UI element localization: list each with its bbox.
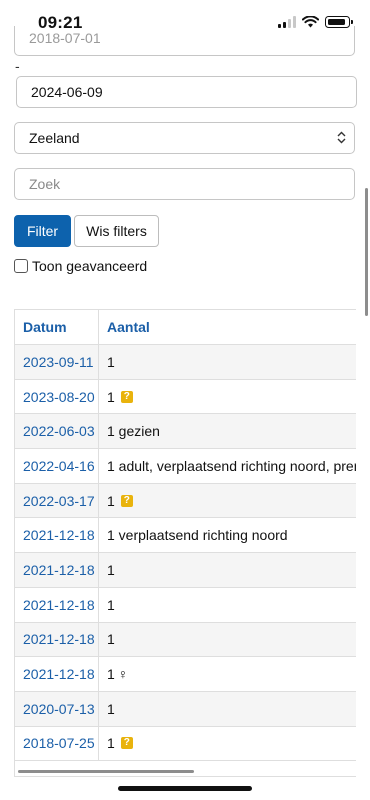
female-icon: ♀ [117, 666, 129, 683]
to-date-value: 2024-06-09 [31, 84, 103, 100]
table-row: 2021-12-18 1 ♀ [15, 657, 356, 692]
table-row: 2023-08-20 1? [15, 379, 356, 415]
row-count-text: 1 [107, 492, 115, 509]
row-count-text: 1 verplaatsend richting noord [107, 527, 288, 544]
home-indicator[interactable] [118, 786, 252, 791]
row-count-cell: 1 [99, 345, 356, 379]
row-date-link[interactable]: 2023-08-20 [15, 379, 99, 414]
row-count-text: 1 adult, verplaatsend richting noord, pr… [107, 457, 356, 474]
table-body: 2023-09-11 1 2023-08-20 1? 2022-06-03 1 gezie… [15, 345, 356, 762]
row-count-cell: 1 [99, 692, 356, 726]
search-placeholder: Zoek [29, 176, 61, 192]
table-row: 2018-07-25 1? [15, 726, 356, 762]
table-row: 2023-09-11 1 [15, 345, 356, 380]
row-date-link[interactable]: 2021-12-18 [15, 553, 99, 587]
region-select-value: Zeeland [29, 130, 80, 146]
clear-filters-button[interactable]: Wis filters [74, 215, 159, 247]
advanced-checkbox[interactable] [14, 259, 28, 273]
row-date-link[interactable]: 2020-07-13 [15, 691, 99, 726]
row-count-cell: 1 [99, 623, 356, 657]
from-date-value: 2018-07-01 [29, 30, 101, 46]
uncertain-badge-icon: ? [120, 494, 133, 507]
advanced-toggle[interactable]: Toon geavanceerd [14, 258, 147, 274]
table-row: 2022-03-17 1? [15, 483, 356, 519]
row-count-text: 1 [107, 631, 115, 648]
column-header-date[interactable]: Datum [15, 310, 99, 344]
row-count-cell: 1 gezien [99, 414, 356, 448]
filter-button[interactable]: Filter [14, 215, 71, 247]
row-count-cell: 1? [99, 484, 356, 518]
row-date-link[interactable]: 2021-12-18 [15, 622, 99, 657]
date-range-separator: - [15, 58, 20, 74]
observations-table: Datum Aantal 2023-09-11 1 2023-08-20 1? 2022… [14, 309, 356, 777]
from-date-field[interactable]: 2018-07-01 [14, 26, 355, 56]
row-count-text: 1 [107, 700, 115, 717]
uncertain-badge-icon: ? [120, 737, 133, 750]
row-count-text: 1 [107, 353, 115, 370]
row-count-cell: 1 [99, 588, 356, 622]
row-count-text: 1 [107, 666, 115, 683]
row-count-cell: 1 [99, 553, 356, 587]
to-date-field[interactable]: 2024-06-09 [16, 76, 357, 108]
table-row: 2022-04-16 1 adult, verplaatsend richting… [15, 449, 356, 484]
table-row: 2021-12-18 1 [15, 587, 356, 623]
row-date-link[interactable]: 2023-09-11 [15, 345, 99, 379]
table-row: 2021-12-18 1 verplaatsend richting noord [15, 518, 356, 554]
row-count-text: 1 [107, 388, 115, 405]
row-count-text: 1 [107, 735, 115, 752]
chevron-updown-icon [337, 131, 346, 145]
horizontal-scrollbar[interactable] [18, 770, 194, 773]
uncertain-badge-icon: ? [120, 390, 133, 403]
table-row: 2021-12-18 1 [15, 622, 356, 658]
row-date-link[interactable]: 2022-03-17 [15, 483, 99, 518]
row-count-cell: 1? [99, 380, 356, 414]
column-header-count[interactable]: Aantal [99, 310, 356, 344]
row-date-link[interactable]: 2022-04-16 [15, 449, 99, 483]
region-select[interactable]: Zeeland [14, 122, 355, 154]
row-date-link[interactable]: 2018-07-25 [15, 726, 99, 761]
table-row: 2021-12-18 1 [15, 553, 356, 588]
row-count-text: 1 [107, 596, 115, 613]
table-row: 2022-06-03 1 gezien [15, 414, 356, 450]
table-row: 2020-07-13 1 [15, 691, 356, 727]
row-count-text: 1 gezien [107, 423, 160, 440]
row-count-cell: 1 verplaatsend richting noord [99, 518, 356, 552]
row-date-link[interactable]: 2021-12-18 [15, 657, 99, 691]
row-count-cell: 1 adult, verplaatsend richting noord, pr… [99, 449, 356, 483]
row-date-link[interactable]: 2021-12-18 [15, 518, 99, 553]
row-date-link[interactable]: 2021-12-18 [15, 587, 99, 622]
row-count-cell: 1? [99, 727, 356, 761]
search-input[interactable]: Zoek [14, 168, 355, 200]
vertical-scrollbar[interactable] [365, 188, 368, 316]
row-date-link[interactable]: 2022-06-03 [15, 414, 99, 449]
row-count-text: 1 [107, 561, 115, 578]
table-header: Datum Aantal [15, 310, 356, 345]
advanced-checkbox-label: Toon geavanceerd [32, 258, 148, 274]
row-count-cell: 1 ♀ [99, 657, 356, 691]
